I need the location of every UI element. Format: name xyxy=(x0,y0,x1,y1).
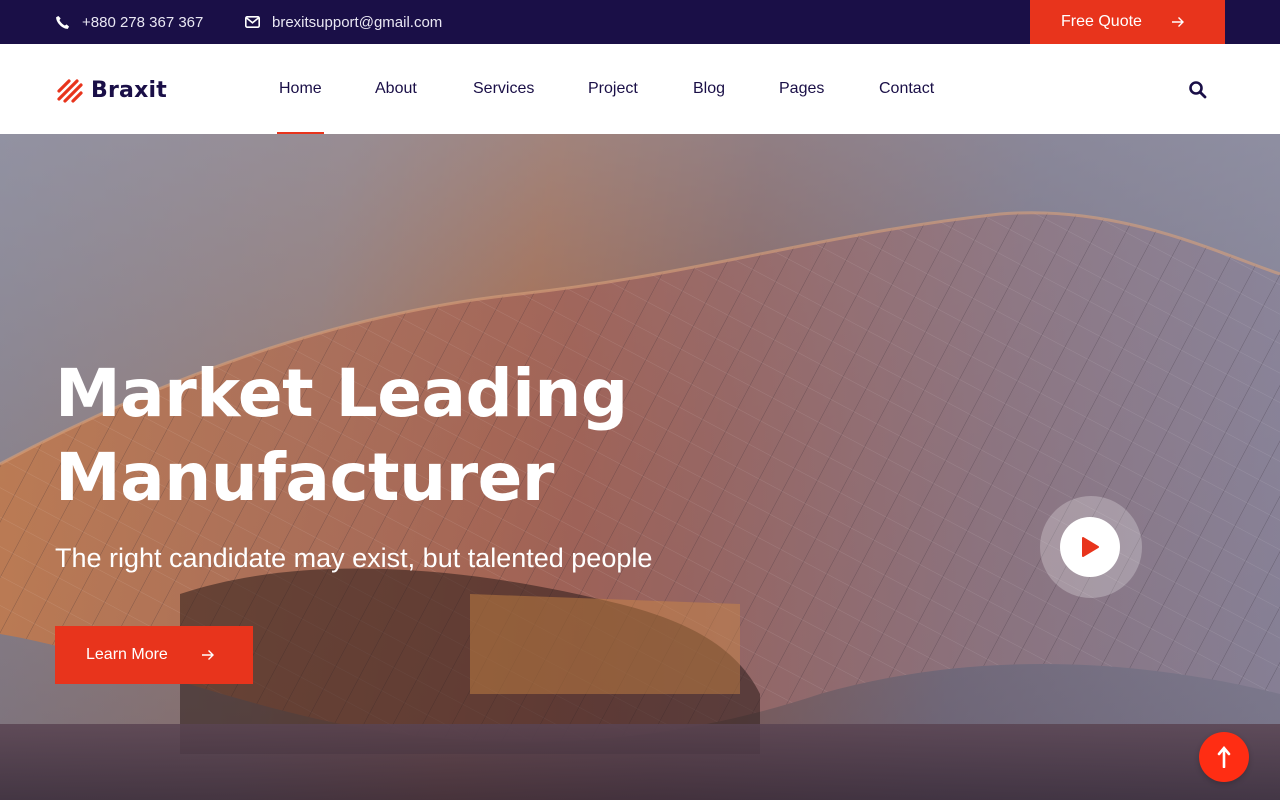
nav-item-services[interactable]: Services xyxy=(473,44,534,134)
hero-title: Market Leading Manufacturer xyxy=(55,352,755,520)
envelope-icon xyxy=(245,16,260,28)
arrow-right-icon xyxy=(1172,17,1184,27)
main-navbar: Braxit Home About Services Project Blog … xyxy=(0,44,1280,134)
hero-subtitle: The right candidate may exist, but talen… xyxy=(55,543,653,573)
top-bar: +880 278 367 367 brexitsupport@gmail.com… xyxy=(0,0,1280,44)
hero-section: Market Leading Manufacturer The right ca… xyxy=(0,134,1280,800)
nav-item-pages[interactable]: Pages xyxy=(779,44,824,134)
logo-stripes-icon xyxy=(57,78,83,103)
hero-title-line-2: Manufacturer xyxy=(55,439,554,516)
learn-more-button[interactable]: Learn More xyxy=(55,626,253,684)
nav-item-about[interactable]: About xyxy=(375,44,417,134)
video-play-button[interactable] xyxy=(1060,517,1120,577)
scroll-to-top-button[interactable] xyxy=(1199,732,1249,782)
play-icon xyxy=(1082,537,1099,557)
hero-title-line-1: Market Leading xyxy=(55,355,628,432)
email-contact[interactable]: brexitsupport@gmail.com xyxy=(245,0,442,44)
search-icon[interactable] xyxy=(1188,80,1208,100)
phone-number: +880 278 367 367 xyxy=(82,13,204,31)
nav-item-project[interactable]: Project xyxy=(588,44,638,134)
free-quote-button[interactable]: Free Quote xyxy=(1030,0,1225,44)
nav-item-contact[interactable]: Contact xyxy=(879,44,934,134)
email-address: brexitsupport@gmail.com xyxy=(272,13,443,31)
free-quote-label: Free Quote xyxy=(1061,13,1142,30)
arrow-right-icon xyxy=(202,650,214,660)
phone-contact[interactable]: +880 278 367 367 xyxy=(55,0,203,44)
nav-item-home[interactable]: Home xyxy=(277,44,324,134)
brand-logo[interactable]: Braxit xyxy=(57,78,167,103)
arrow-up-icon xyxy=(1217,746,1231,768)
phone-icon xyxy=(56,15,70,29)
learn-more-label: Learn More xyxy=(86,646,168,663)
brand-name: Braxit xyxy=(91,78,167,103)
nav-item-blog[interactable]: Blog xyxy=(693,44,725,134)
